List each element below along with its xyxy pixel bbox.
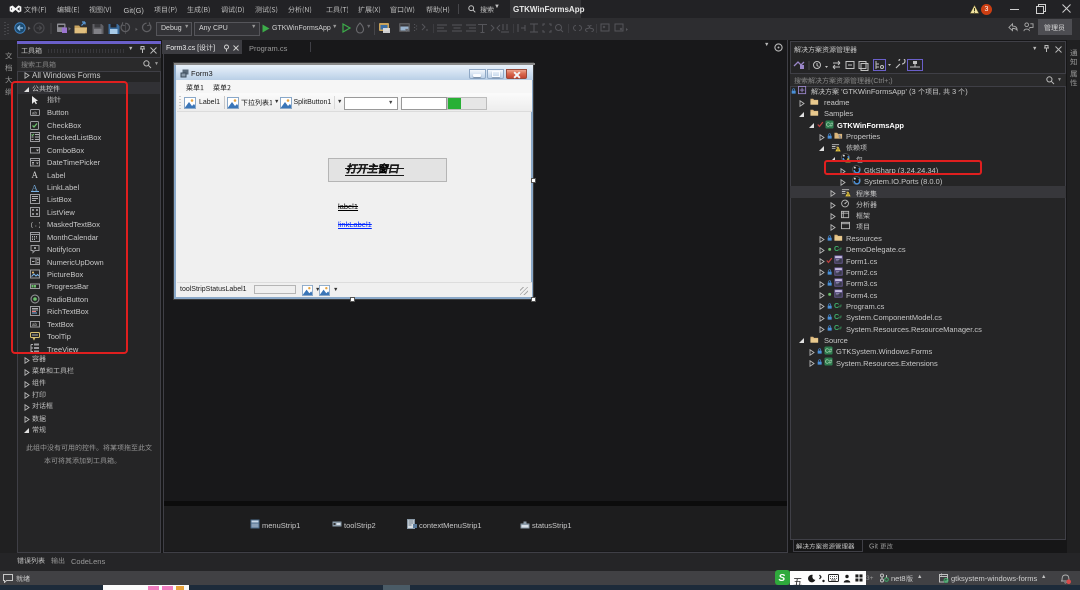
svg-text:C#: C# [834, 323, 842, 332]
svg-text:C#: C# [825, 348, 832, 354]
svg-text:C#: C# [825, 360, 832, 366]
svg-text:C#: C# [834, 301, 842, 310]
svg-text:C#: C# [826, 122, 833, 128]
svg-text:C#: C# [834, 312, 842, 321]
svg-text:C#: C# [834, 244, 842, 253]
